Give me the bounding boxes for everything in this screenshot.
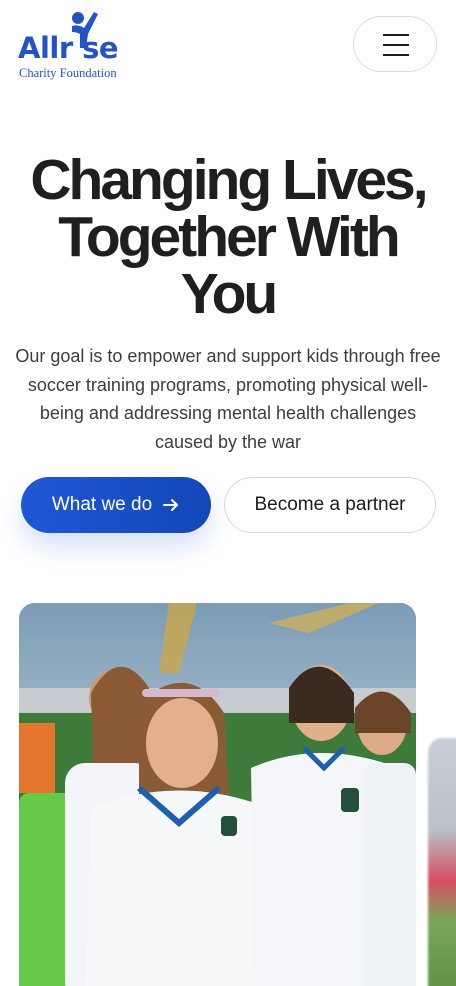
menu-button[interactable] [353,16,437,72]
team-photo-image [19,603,416,986]
hero-title-line: Together With [58,205,400,269]
arrow-right-icon [163,499,179,511]
site-header: Allrise Charity Foundation [0,0,456,96]
what-we-do-button[interactable]: What we do [21,477,211,533]
hero-title: Changing Lives, Together With You [10,152,446,323]
what-we-do-label: What we do [51,494,153,515]
hero-title-line: You [180,262,278,326]
next-photo-preview[interactable] [428,738,456,986]
become-partner-button[interactable]: Become a partner [224,477,436,533]
become-partner-label: Become a partner [254,494,406,515]
hamburger-icon-line [383,54,409,56]
runner-figure-icon [72,12,98,48]
team-photo [19,603,416,986]
hero-description: Our goal is to empower and support kids … [15,346,441,452]
brand-logo[interactable]: Allrise Charity Foundation [18,10,138,82]
hero-title-line: Changing Lives, [30,148,428,212]
brand-tagline: Charity Foundation [19,66,117,80]
hamburger-icon-line [383,44,409,46]
hamburger-icon [383,34,409,36]
